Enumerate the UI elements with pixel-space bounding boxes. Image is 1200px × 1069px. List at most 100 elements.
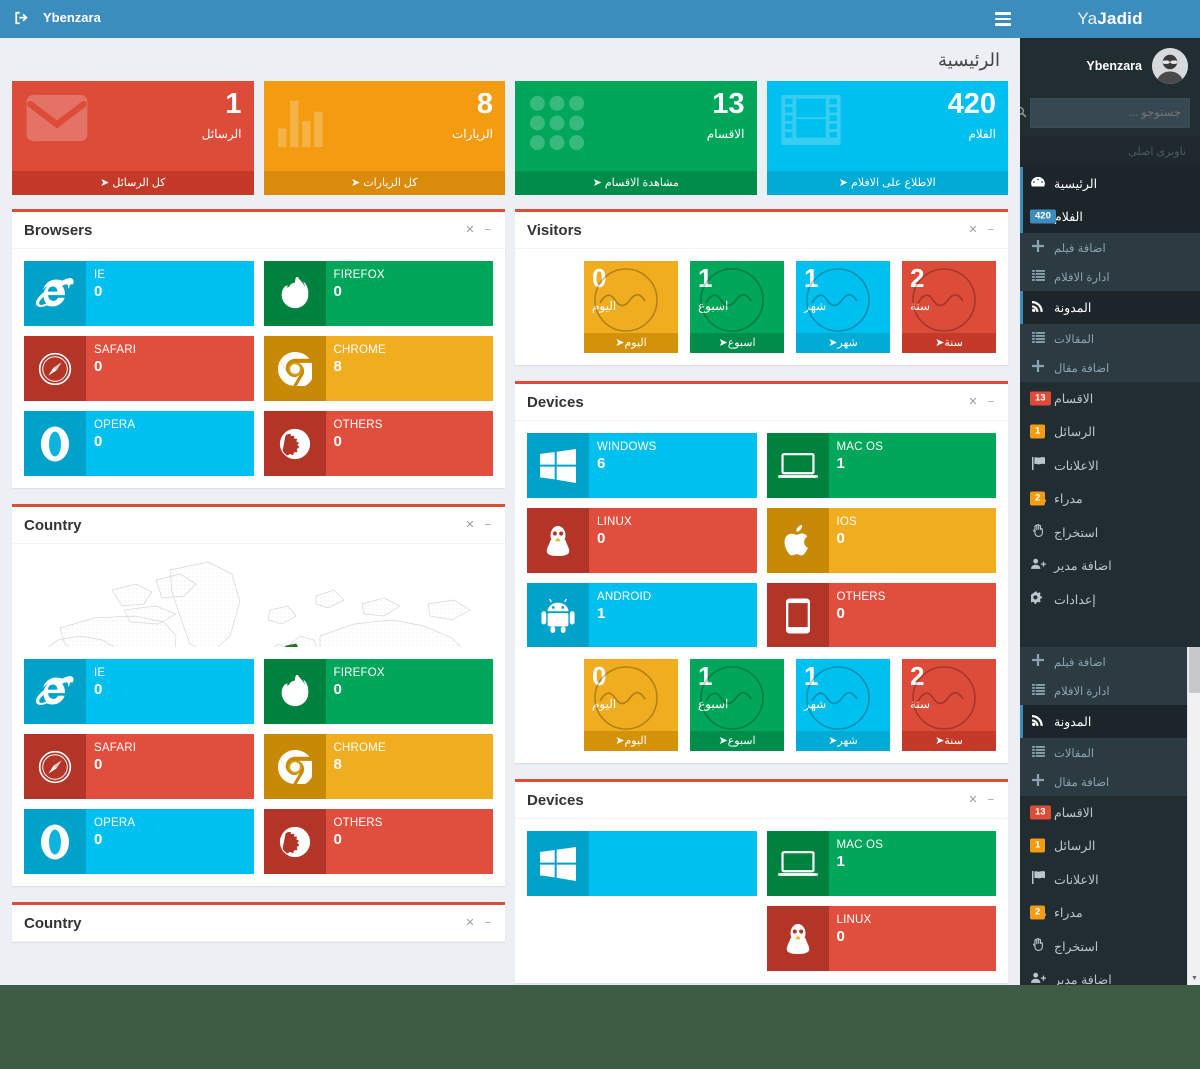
arrow-circle-left-icon: ➤ [100, 177, 110, 189]
info-tile-3[interactable]: SAFARI 0 [24, 734, 254, 799]
sidebar-item-0[interactable]: الرئيسية [1020, 167, 1200, 200]
sidebar-item-7[interactable]: الاقسام 13 [1020, 382, 1200, 415]
visitor-tile-1[interactable]: 1 شهر شهر➤ [796, 659, 890, 751]
sidebar-item-12[interactable]: اضافة مدير [1020, 549, 1200, 582]
sidebar-scrollbar[interactable]: ▼ [1187, 647, 1200, 985]
scrollbar-thumb[interactable] [1189, 647, 1200, 693]
tile-name: OPERA [94, 817, 136, 829]
stat-card-1[interactable]: 13 الاقسام مشاهدة الاقسام ➤ [515, 81, 757, 195]
sidebar-item-10[interactable]: اضافة مدير [1020, 963, 1200, 985]
sidebar-item-badge: 2 [1030, 905, 1046, 920]
info-tile-3[interactable]: SAFARI 0 [24, 336, 254, 401]
close-icon[interactable]: ✕ [968, 225, 977, 236]
info-tile-5[interactable]: OPERA 0 [24, 411, 254, 476]
info-tile-0[interactable]: FIREFOX 0 [263, 261, 493, 326]
sidebar-item-9[interactable]: استخراج [1020, 929, 1200, 963]
info-tile-4[interactable]: OTHERS 0 [263, 809, 493, 874]
search-input[interactable] [1027, 107, 1181, 119]
logout-link[interactable]: Ybenzara [14, 10, 101, 25]
sidebar-item-7[interactable]: الاعلانات [1020, 862, 1200, 896]
visitor-tile-3[interactable]: 0 اليوم اليوم➤ [584, 659, 678, 751]
info-tile-2[interactable]: IOS 0 [766, 508, 996, 573]
sidebar-item-2[interactable]: المدونة [1020, 705, 1200, 738]
stat-footer-link[interactable]: كل الزيارات ➤ [263, 171, 505, 195]
info-tile-4[interactable]: OTHERS 0 [263, 411, 493, 476]
sidebar-item-5[interactable]: المقالات [1020, 324, 1200, 353]
stat-footer-link[interactable]: كل الرسائل ➤ [12, 171, 254, 195]
panel-title: Country [24, 517, 82, 534]
sidebar-item-1[interactable]: الفلام 420 [1020, 200, 1200, 233]
sidebar-user-panel[interactable]: Ybenzara [1020, 38, 1200, 94]
hand-icon [1030, 938, 1046, 954]
hamburger-icon[interactable] [995, 12, 1011, 26]
info-tile-2[interactable]: LINUX 0 [766, 906, 996, 971]
stat-footer-link[interactable]: الاطلاع على الافلام ➤ [766, 171, 1008, 195]
close-icon[interactable]: ✕ [465, 918, 474, 929]
minimize-icon[interactable]: − [485, 225, 491, 236]
info-tile-1[interactable]: WINDOWS 6 [527, 433, 757, 498]
minimize-icon[interactable]: − [485, 918, 491, 929]
sidebar-item-5[interactable]: الاقسام 13 [1020, 796, 1200, 829]
panel-tools: ✕ − [968, 795, 994, 806]
sidebar-item-10[interactable]: مدراء 2 [1020, 482, 1200, 515]
info-tile-1[interactable]: IE 0 [24, 659, 254, 724]
minimize-icon[interactable]: − [988, 397, 994, 408]
close-icon[interactable]: ✕ [465, 520, 474, 531]
info-tile-0[interactable]: MAC OS 1 [766, 831, 996, 896]
arrow-circle-left-icon: ➤ [935, 337, 945, 349]
sidebar-item-9[interactable]: الاعلانات [1020, 448, 1200, 482]
info-tile-3[interactable]: LINUX 0 [527, 508, 757, 573]
sidebar-item-4[interactable]: اضافة مقال [1020, 767, 1200, 796]
info-tile-1[interactable]: IE 0 [24, 261, 254, 326]
close-icon[interactable]: ✕ [465, 225, 474, 236]
minimize-icon[interactable]: − [988, 795, 994, 806]
stat-footer-link[interactable]: مشاهدة الاقسام ➤ [515, 171, 757, 195]
sidebar-item-label: اضافة مقال [1054, 362, 1110, 375]
close-icon[interactable]: ✕ [968, 397, 977, 408]
sidebar-item-11[interactable]: استخراج [1020, 515, 1200, 549]
apple-icon [766, 508, 829, 573]
sidebar-item-8[interactable]: مدراء 2 [1020, 896, 1200, 929]
info-tile-0[interactable]: FIREFOX 0 [263, 659, 493, 724]
close-icon[interactable]: ✕ [968, 795, 977, 806]
visitor-tile-2[interactable]: 1 اسبوع اسبوع➤ [690, 659, 784, 751]
sidebar-item-0[interactable]: اضافة فيلم [1020, 647, 1200, 676]
info-tile-2[interactable]: CHROME 8 [263, 734, 493, 799]
panel-tools: ✕ − [968, 225, 994, 236]
sidebar-item-3[interactable]: المقالات [1020, 738, 1200, 767]
minimize-icon[interactable]: − [988, 225, 994, 236]
visitor-tile-2[interactable]: 1 اسبوع اسبوع➤ [690, 261, 784, 353]
visitor-tile-3[interactable]: 0 اليوم اليوم➤ [584, 261, 678, 353]
panel-title: Devices [527, 394, 584, 411]
info-tile-1[interactable] [527, 831, 757, 896]
sidebar-item-8[interactable]: الرسائل 1 [1020, 415, 1200, 448]
visitor-footer-label: سنة [944, 735, 963, 747]
minimize-icon[interactable]: − [485, 520, 491, 531]
panel-visitors-repaint: 2 سنة سنة➤ 1 شهر شهر➤ 1 اسبوع اسبوع➤ 0 اليوم اليوم➤ [515, 647, 1008, 763]
sidebar-item-label: المدونة [1054, 301, 1092, 315]
info-tile-5[interactable]: ANDROID 1 [527, 583, 757, 648]
scroll-down-arrow[interactable]: ▼ [1188, 972, 1200, 985]
sidebar-item-13[interactable]: إعدادات [1020, 582, 1200, 616]
sidebar-item-6[interactable]: اضافة مقال [1020, 353, 1200, 382]
visitor-tile-1[interactable]: 1 شهر شهر➤ [796, 261, 890, 353]
sidebar-item-4[interactable]: المدونة [1020, 291, 1200, 324]
panel-title: Browsers [24, 222, 93, 239]
info-tile-2[interactable]: CHROME 8 [263, 336, 493, 401]
sidebar-search[interactable] [1015, 98, 1190, 128]
sidebar-item-1[interactable]: ادارة الافلام [1020, 676, 1200, 705]
tile-value: 1 [836, 455, 845, 472]
sidebar-item-6[interactable]: الرسائل 1 [1020, 829, 1200, 862]
brand-logo[interactable]: Jadid Ya [1020, 0, 1200, 38]
plus-icon [1030, 360, 1046, 375]
sidebar-item-2[interactable]: اضافة فيلم [1020, 233, 1200, 262]
stat-card-2[interactable]: 8 الزيارات كل الزيارات ➤ [263, 81, 505, 195]
stat-card-0[interactable]: 420 الفلام الاطلاع على الافلام ➤ [766, 81, 1008, 195]
visitor-tile-0[interactable]: 2 سنة سنة➤ [902, 659, 996, 751]
info-tile-0[interactable]: MAC OS 1 [766, 433, 996, 498]
info-tile-5[interactable]: OPERA 0 [24, 809, 254, 874]
sidebar-item-3[interactable]: ادارة الافلام [1020, 262, 1200, 291]
stat-card-3[interactable]: 1 الرسائل كل الرسائل ➤ [12, 81, 254, 195]
visitor-tile-0[interactable]: 2 سنة سنة➤ [902, 261, 996, 353]
info-tile-4[interactable]: OTHERS 0 [766, 583, 996, 648]
